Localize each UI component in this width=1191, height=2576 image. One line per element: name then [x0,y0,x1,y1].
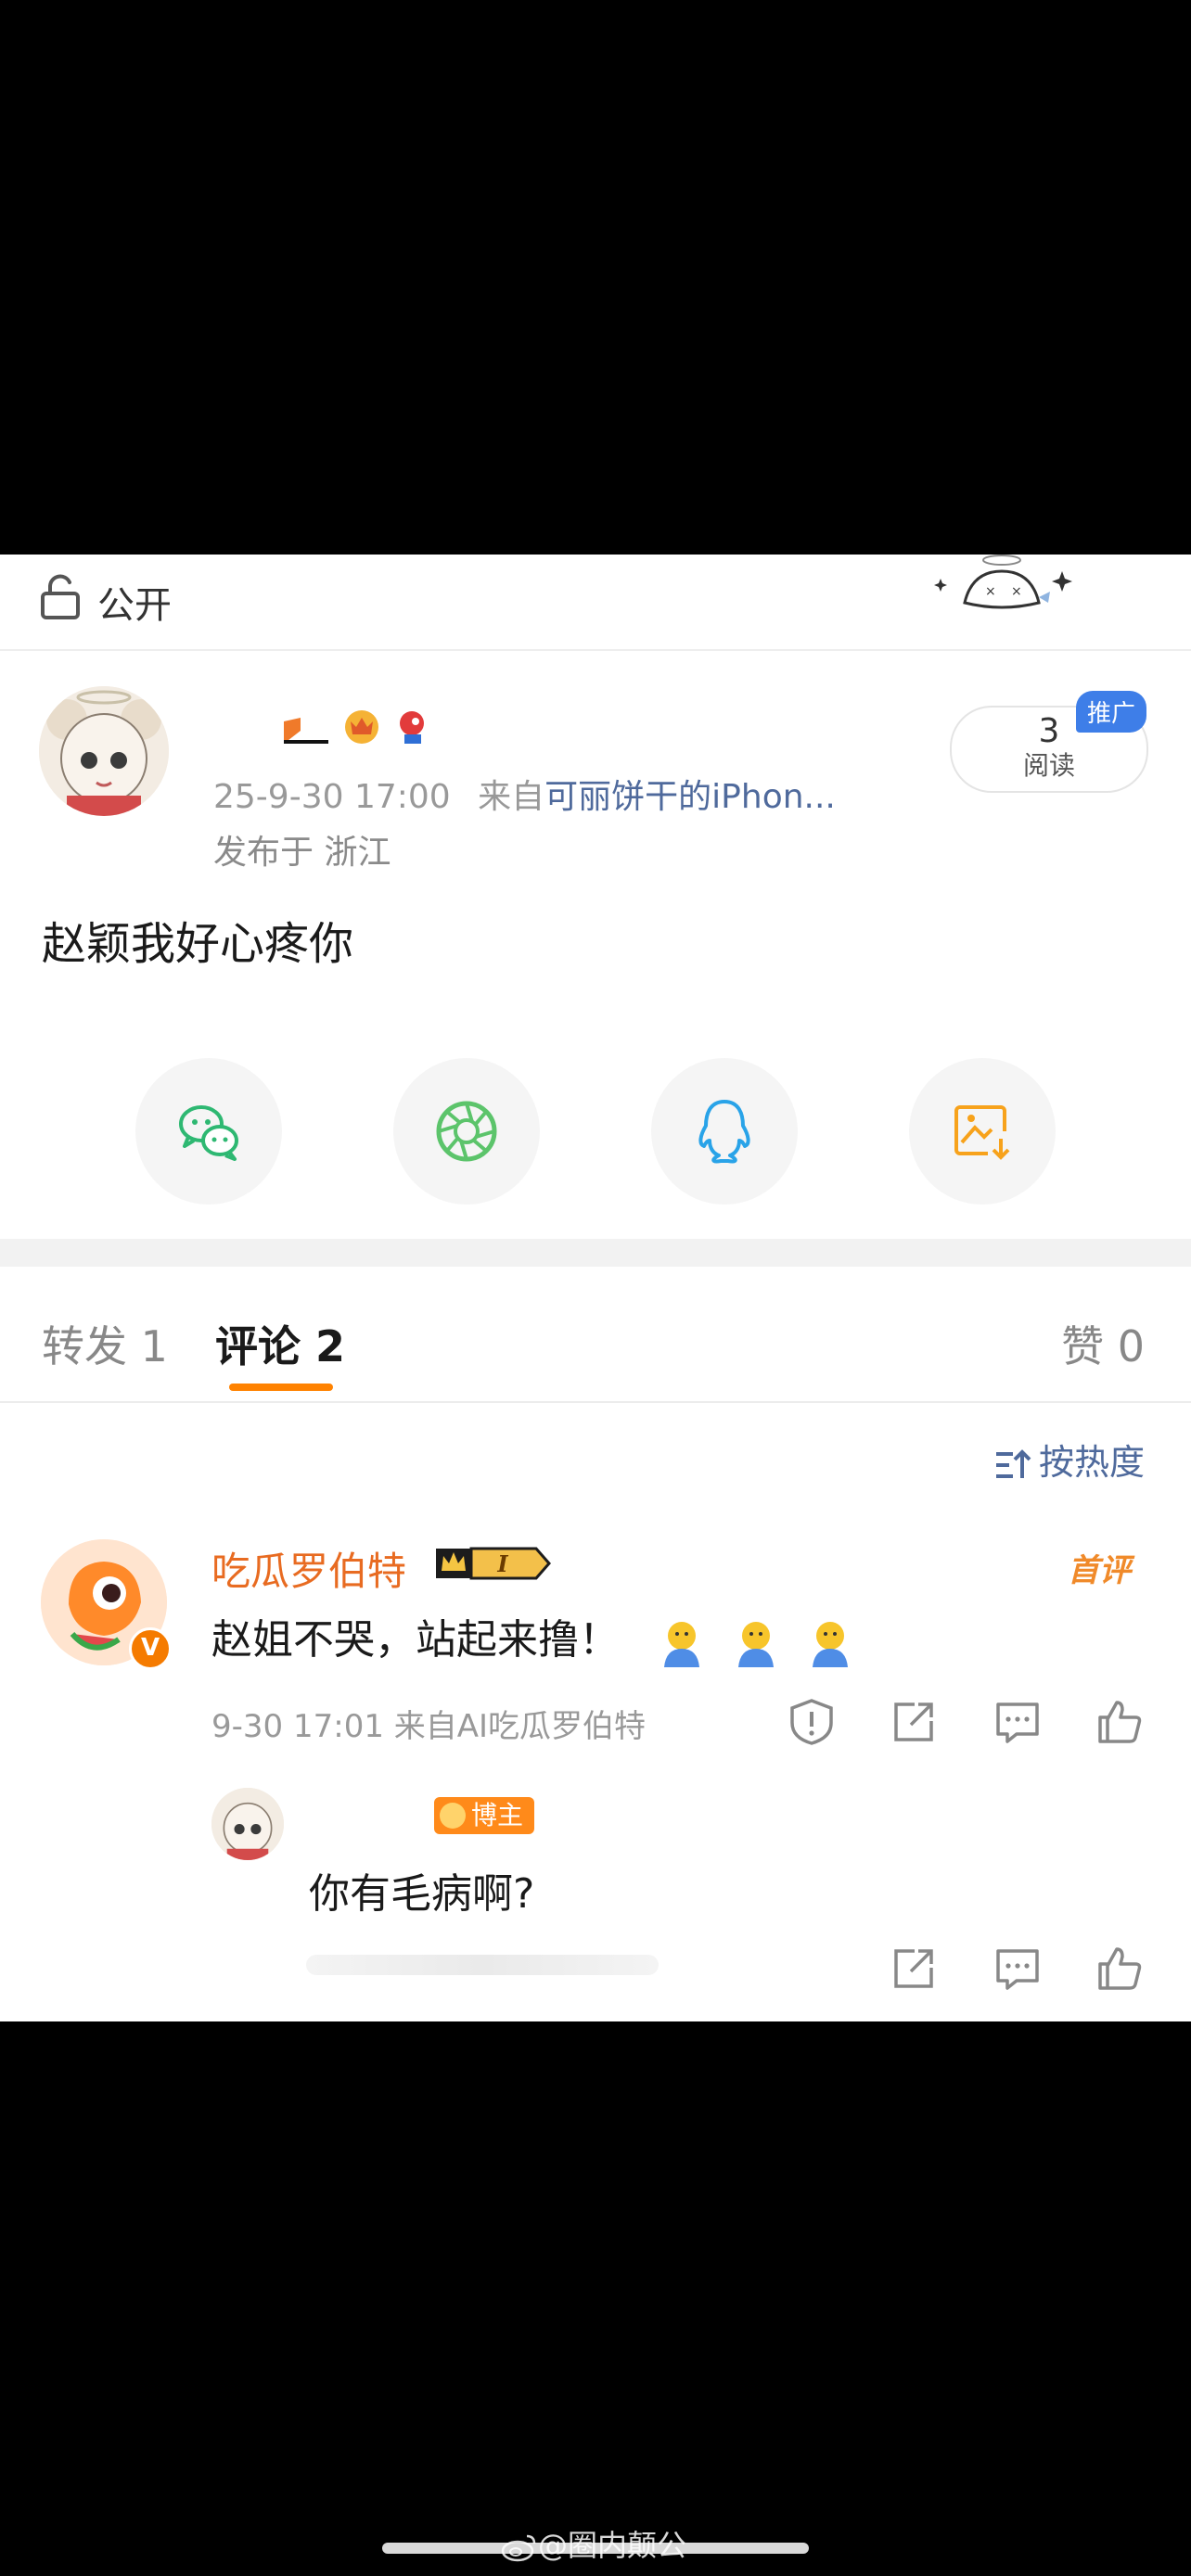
reply-text: 你有毛病啊? [309,1870,535,1918]
tab-like[interactable]: 赞 0 [1061,1313,1145,1374]
reply-author-avatar[interactable] [211,1788,284,1860]
reply-meta-blurred [306,1955,659,1975]
mascot-sticker-icon: × × [934,555,1072,609]
author-badges [278,703,436,749]
comment-text: 赵姐不哭，站起来撸！ [211,1606,857,1669]
unlock-icon [41,574,80,619]
visibility-bar: 公开 × × [0,555,1191,651]
active-tab-indicator [229,1384,333,1391]
like-button[interactable] [1095,1697,1145,1747]
author-avatar[interactable] [39,686,169,816]
post-from-prefix: 来自 [478,778,545,816]
hug-emoji-icon [664,1622,699,1667]
section-divider [0,1239,1191,1267]
crown-medal-icon [345,710,378,744]
post-meta: 25-9-30 17:00 来自可丽饼干的iPhon... [213,770,836,818]
share-reply-button[interactable] [889,1944,939,1994]
comment-text-content: 赵姐不哭，站起来撸！ [211,1616,620,1664]
commenter-name[interactable]: 吃瓜罗伯特 [211,1540,406,1597]
comment-meta: 9-30 17:01 来自AI吃瓜罗伯特 [211,1708,647,1745]
hug-emoji-icon [738,1622,774,1667]
member-level-badge: I [436,1547,551,1580]
save-image-icon [954,1105,1010,1160]
rank-flag-icon [284,718,328,744]
sort-button[interactable]: 按热度 [994,1434,1145,1485]
moments-icon [436,1101,497,1162]
post-time: 25-9-30 17:00 [213,778,451,816]
promote-tag[interactable]: 推广 [1075,691,1146,733]
post-text: 赵颖我好心疼你 [42,918,354,970]
tab-comment[interactable]: 评论 2 [215,1313,345,1374]
home-indicator[interactable] [382,2543,809,2554]
weibo-post-card: 公开 × × 25-9-30 17:00 来自可丽饼干的iPhon... 发布于… [0,555,1191,2021]
qq-icon [698,1100,750,1164]
hug-emoji-icon [813,1622,848,1667]
save-image-button[interactable] [909,1058,1056,1205]
reply-button[interactable] [992,1697,1043,1747]
visibility-label[interactable]: 公开 [97,575,172,629]
reply-to-reply-button[interactable] [992,1944,1043,1994]
svg-text:×: × [1011,584,1022,599]
tabs-divider [0,1401,1191,1403]
like-reply-button[interactable] [1095,1944,1145,1994]
first-comment-tag: 首评 [1068,1552,1131,1589]
blogger-tag: 博主 [434,1797,535,1834]
wechat-icon [179,1105,238,1161]
sort-label: 按热度 [1038,1442,1145,1483]
share-wechat-button[interactable] [135,1058,282,1205]
anime-avatar-icon [211,1788,284,1860]
report-button[interactable] [787,1697,837,1747]
verified-badge: V [129,1627,172,1670]
commenter-avatar[interactable]: V [41,1539,172,1670]
post-source-link[interactable]: 可丽饼干的iPhon... [544,778,836,816]
anime-avatar-icon [39,686,169,816]
read-count-button[interactable]: 推广 3 阅读 [950,691,1148,793]
svg-text:×: × [985,584,996,599]
share-comment-button[interactable] [889,1697,939,1747]
post-location: 发布于 浙江 [213,834,391,872]
share-qq-button[interactable] [651,1058,798,1205]
share-moments-button[interactable] [393,1058,540,1205]
tab-repost[interactable]: 转发 1 [42,1313,168,1374]
sort-icon [995,1448,1031,1478]
member-level-label: I [496,1550,508,1577]
read-label: 阅读 [1022,750,1075,781]
parrot-badge-icon [400,711,424,744]
